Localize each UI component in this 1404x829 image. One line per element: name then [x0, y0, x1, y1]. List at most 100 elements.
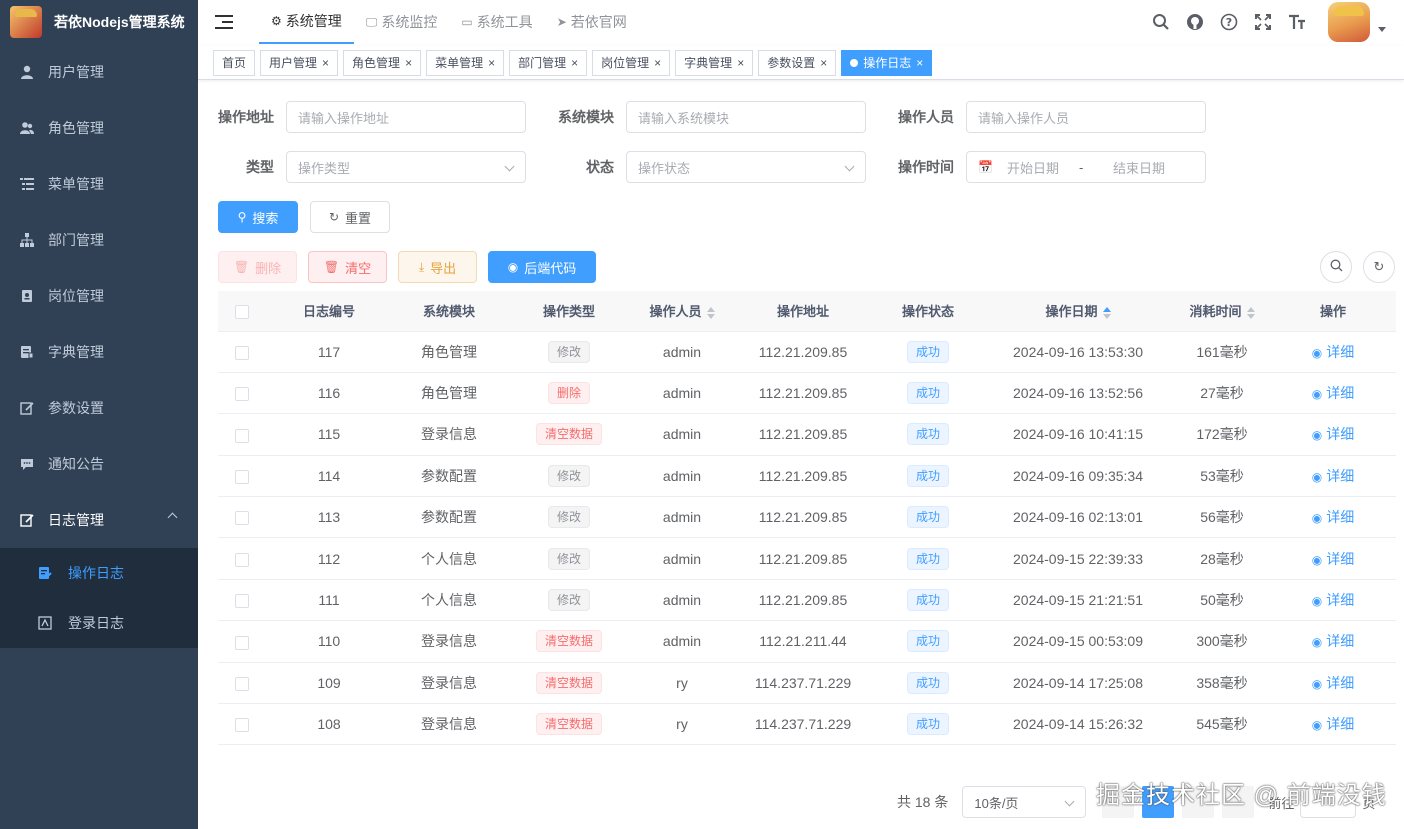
table-row[interactable]: 116 角色管理 删除 admin 112.21.209.85 成功 2024-09-16 … — [218, 372, 1396, 415]
tag-config[interactable]: 参数设置 × — [758, 49, 837, 76]
tag-user[interactable]: 用户管理 × — [260, 49, 339, 76]
topnav-website[interactable]: ➤ 若依官网 — [545, 0, 639, 44]
sidebar-item-role[interactable]: 角色管理 — [0, 100, 198, 156]
row-checkbox[interactable] — [235, 345, 249, 360]
topnav-monitor[interactable]: 🖵 系统监控 — [354, 0, 450, 44]
detail-link[interactable]: ◉ 详细 — [1312, 592, 1354, 608]
detail-link[interactable]: ◉ 详细 — [1312, 551, 1354, 567]
table-row[interactable]: 110 登录信息 清空数据 admin 112.21.211.44 成功 2024-09-1… — [218, 620, 1396, 663]
tag-menu[interactable]: 菜单管理 × — [426, 49, 505, 76]
close-icon[interactable]: × — [405, 56, 412, 70]
table-row[interactable]: 115 登录信息 清空数据 admin 112.21.209.85 成功 2024-09-1… — [218, 413, 1396, 456]
sort-icon[interactable] — [1102, 306, 1111, 319]
sort-icon[interactable] — [1246, 306, 1255, 319]
search-icon[interactable] — [1144, 13, 1178, 31]
table-row[interactable]: 113 参数配置 修改 admin 112.21.209.85 成功 2024-09-16 … — [218, 496, 1396, 539]
table-row[interactable]: 114 参数配置 修改 admin 112.21.209.85 成功 2024-09-16 … — [218, 455, 1396, 498]
backend-code-button[interactable]: ◉ 后端代码 — [488, 251, 596, 283]
cell-oper: admin — [632, 331, 732, 373]
status-badge: 成功 — [906, 671, 949, 694]
oper-input[interactable]: 请输入操作人员 — [966, 101, 1206, 133]
type-select[interactable]: 操作类型 — [286, 151, 526, 183]
question-icon[interactable]: ? — [1212, 13, 1246, 31]
date-range-picker[interactable]: 📅 开始日期 - 结束日期 — [966, 151, 1206, 183]
row-checkbox[interactable] — [235, 552, 249, 567]
tag-post[interactable]: 岗位管理 × — [592, 49, 671, 76]
detail-link[interactable]: ◉ 详细 — [1312, 716, 1354, 732]
detail-link[interactable]: ◉ 详细 — [1312, 509, 1354, 525]
row-checkbox[interactable] — [235, 635, 249, 650]
addr-input[interactable]: 请输入操作地址 — [286, 101, 526, 133]
row-checkbox[interactable] — [235, 470, 249, 485]
tag-role[interactable]: 角色管理 × — [343, 49, 422, 76]
sidebar-item-config[interactable]: 参数设置 — [0, 380, 198, 436]
table-row[interactable]: 108 登录信息 清空数据 ry 114.237.71.229 成功 2024-09-14 … — [218, 703, 1396, 746]
status-select[interactable]: 操作状态 — [626, 151, 866, 183]
topnav-tool[interactable]: ▭ 系统工具 — [449, 0, 544, 44]
close-icon[interactable]: × — [916, 56, 923, 70]
topnav-system[interactable]: ⚙ 系统管理 — [259, 0, 354, 44]
page-size-select[interactable]: 10条/页 — [962, 786, 1087, 818]
sidebar-item-notice[interactable]: 通知公告 — [0, 436, 198, 492]
col-cost[interactable]: 消耗时间 — [1174, 291, 1270, 332]
detail-link[interactable]: ◉ 详细 — [1312, 426, 1354, 442]
fullscreen-icon[interactable] — [1246, 13, 1280, 31]
close-icon[interactable]: × — [737, 56, 744, 70]
tag-operlog[interactable]: 操作日志 × — [841, 49, 933, 76]
row-checkbox[interactable] — [235, 594, 249, 609]
detail-link[interactable]: ◉ 详细 — [1312, 675, 1354, 691]
detail-link[interactable]: ◉ 详细 — [1312, 468, 1354, 484]
table-row[interactable]: 112 个人信息 修改 admin 112.21.209.85 成功 2024-09-15 … — [218, 537, 1396, 580]
sidebar-item-logininfor[interactable]: 登录日志 — [0, 598, 198, 648]
sort-icon[interactable] — [706, 306, 715, 319]
sidebar-item-dict[interactable]: 字典管理 — [0, 324, 198, 380]
col-date[interactable]: 操作日期 — [982, 291, 1174, 332]
row-checkbox[interactable] — [235, 387, 249, 402]
sidebar-item-operlog[interactable]: 操作日志 — [0, 548, 198, 598]
detail-link[interactable]: ◉ 详细 — [1312, 633, 1354, 649]
close-icon[interactable]: × — [488, 56, 495, 70]
avatar[interactable] — [1328, 2, 1370, 42]
sidebar-item-dept[interactable]: 部门管理 — [0, 212, 198, 268]
toggle-search-button[interactable] — [1320, 251, 1352, 283]
close-icon[interactable]: × — [820, 56, 827, 70]
clean-button[interactable]: 🗑 清空 — [308, 251, 387, 283]
export-button[interactable]: ⤓ 导出 — [398, 251, 477, 283]
github-icon[interactable] — [1178, 13, 1212, 31]
status-badge: 成功 — [906, 340, 949, 363]
table-row[interactable]: 111 个人信息 修改 admin 112.21.209.85 成功 2024-09-15 … — [218, 579, 1396, 622]
eye-icon: ◉ — [1311, 345, 1323, 360]
sidebar-item-post[interactable]: 岗位管理 — [0, 268, 198, 324]
col-oper[interactable]: 操作人员 — [632, 291, 732, 332]
delete-button[interactable]: 🗑 删除 — [218, 251, 297, 283]
table-row[interactable]: 109 登录信息 清空数据 ry 114.237.71.229 成功 2024-09-14 … — [218, 662, 1396, 705]
table-row[interactable]: 117 角色管理 修改 admin 112.21.209.85 成功 2024-09-16 … — [218, 331, 1396, 373]
sidebar-item-user[interactable]: 用户管理 — [0, 44, 198, 100]
row-checkbox[interactable] — [235, 511, 249, 526]
tag-dept[interactable]: 部门管理 × — [509, 49, 588, 76]
top-nav: ⚙ 系统管理 🖵 系统监控 ▭ 系统工具 ➤ 若依官网 — [259, 0, 639, 44]
caret-down-icon[interactable] — [1378, 26, 1386, 32]
row-checkbox[interactable] — [235, 428, 249, 443]
tag-home[interactable]: 首页 — [213, 49, 256, 76]
hamburger-icon[interactable] — [215, 15, 233, 29]
select-all-checkbox[interactable] — [235, 304, 249, 319]
text-size-icon[interactable] — [1280, 13, 1314, 31]
detail-link[interactable]: ◉ 详细 — [1312, 344, 1354, 360]
tag-dict[interactable]: 字典管理 × — [675, 49, 754, 76]
close-icon[interactable]: × — [322, 56, 329, 70]
reset-button[interactable]: ↻ 重置 — [310, 201, 390, 233]
close-icon[interactable]: × — [654, 56, 661, 70]
sidebar-logo[interactable]: 若依Nodejs管理系统 — [0, 0, 198, 44]
date-start[interactable]: 开始日期 — [1007, 158, 1079, 177]
sidebar-item-menu[interactable]: 菜单管理 — [0, 156, 198, 212]
module-input[interactable]: 请输入系统模块 — [626, 101, 866, 133]
detail-link[interactable]: ◉ 详细 — [1312, 385, 1354, 401]
row-checkbox[interactable] — [235, 676, 249, 691]
date-end[interactable]: 结束日期 — [1113, 158, 1165, 177]
close-icon[interactable]: × — [571, 56, 578, 70]
search-button[interactable]: ⚲ 搜索 — [218, 201, 298, 233]
sidebar-item-log[interactable]: 日志管理 — [0, 492, 198, 548]
refresh-table-button[interactable]: ↻ — [1363, 251, 1395, 283]
row-checkbox[interactable] — [235, 718, 249, 733]
